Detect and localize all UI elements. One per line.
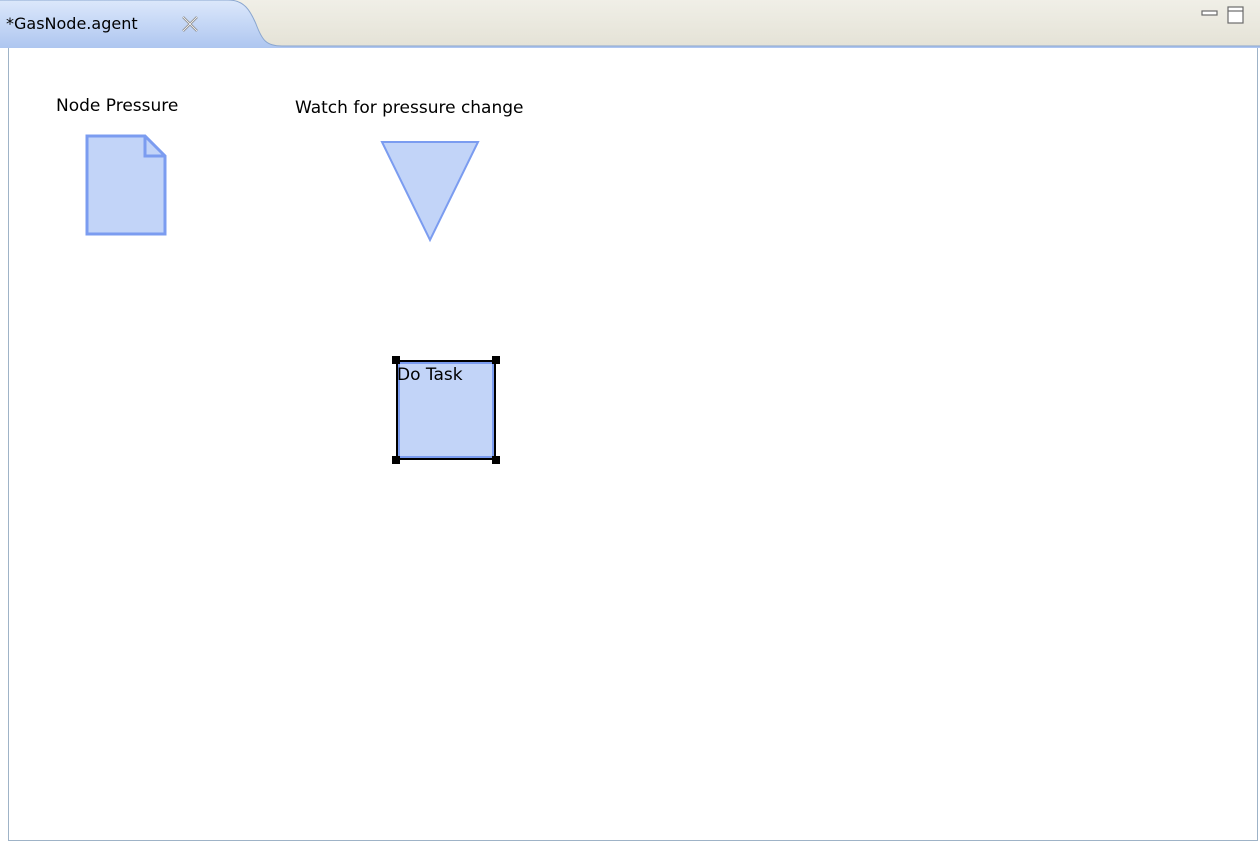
document-icon[interactable] <box>85 134 167 242</box>
task-label: Do Task <box>397 365 463 385</box>
resize-handle-bottom-right[interactable] <box>492 456 500 464</box>
tab-title[interactable]: *GasNode.agent <box>6 14 138 33</box>
maximize-icon[interactable] <box>1226 5 1246 25</box>
resize-handle-bottom-left[interactable] <box>392 456 400 464</box>
close-x-icon[interactable] <box>180 14 200 34</box>
minimize-icon[interactable] <box>1200 6 1220 24</box>
agent-editor: *GasNode.agent Node Pressure Watch for p… <box>0 0 1260 843</box>
resize-handle-top-right[interactable] <box>492 356 500 364</box>
task-node[interactable]: Do Task <box>396 360 496 460</box>
editor-tab-strip: *GasNode.agent <box>0 0 1260 48</box>
watch-event-label: Watch for pressure change <box>295 98 524 118</box>
diagram-canvas[interactable]: Node Pressure Watch for pressure change … <box>8 48 1258 841</box>
node-pressure-label: Node Pressure <box>56 96 179 116</box>
triangle-down-icon[interactable] <box>380 140 482 248</box>
resize-handle-top-left[interactable] <box>392 356 400 364</box>
